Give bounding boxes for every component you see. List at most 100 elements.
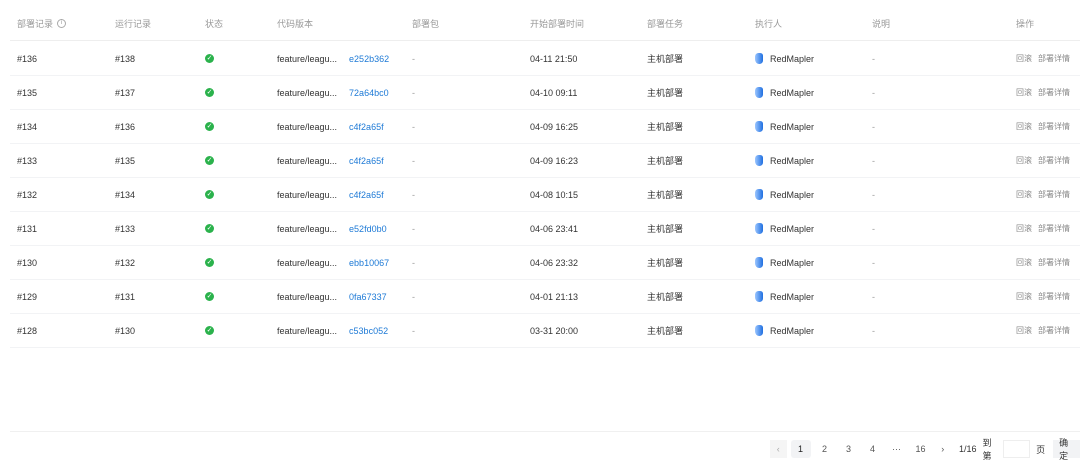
run-id[interactable]: #136 (115, 110, 135, 143)
commit-link[interactable]: c53bc052 (349, 326, 388, 336)
run-id[interactable]: #132 (115, 246, 135, 279)
page-button[interactable]: 1 (790, 440, 811, 458)
rollback-link[interactable]: 回滚 (1016, 325, 1032, 336)
rollback-link[interactable]: 回滚 (1016, 121, 1032, 132)
success-check-icon: ✓ (205, 292, 214, 301)
commit-link[interactable]: e52fd0b0 (349, 224, 387, 234)
success-check-icon: ✓ (205, 258, 214, 267)
column-header: 部署任务 (647, 7, 683, 40)
rollback-link[interactable]: 回滚 (1016, 291, 1032, 302)
details-link[interactable]: 部署详情 (1038, 325, 1070, 336)
user-avatar-icon (755, 87, 763, 98)
package: - (412, 291, 415, 302)
details-link[interactable]: 部署详情 (1038, 257, 1070, 268)
user-avatar-icon (755, 121, 763, 132)
executor: RedMapler (770, 291, 815, 302)
package: - (412, 121, 415, 132)
details-link[interactable]: 部署详情 (1038, 189, 1070, 200)
goto-page-input[interactable] (1003, 440, 1031, 458)
start-time: 04-06 23:32 (530, 257, 579, 268)
page-button[interactable]: 3 (839, 440, 859, 458)
column-header: 运行记录 (115, 7, 151, 40)
deploy-id[interactable]: #132 (17, 178, 37, 211)
branch: feature/leagu... (277, 325, 338, 336)
package: - (412, 87, 415, 98)
table-row: #130 #132 ✓ feature/leagu... ebb10067 - 0… (10, 246, 1080, 280)
table-header: 部署记录 i 运行记录 状态 代码版本 部署包 开始部署时间 部署任务 执行人 说明 操作 (10, 7, 1080, 41)
table-row: #135 #137 ✓ feature/leagu... 72a64bc0 - 0… (10, 76, 1080, 110)
run-id[interactable]: #134 (115, 178, 135, 211)
run-id[interactable]: #138 (115, 42, 135, 75)
column-header-label: 状态 (205, 19, 224, 29)
page-button[interactable]: ··· (887, 440, 907, 458)
table-row: #134 #136 ✓ feature/leagu... c4f2a65f - 0… (10, 110, 1080, 144)
column-header: 执行人 (755, 7, 782, 40)
commit-link[interactable]: ebb10067 (349, 258, 389, 268)
column-header: 部署包 (412, 7, 439, 40)
note: - (872, 189, 875, 200)
note: - (872, 257, 875, 268)
deploy-id[interactable]: #135 (17, 76, 37, 109)
rollback-link[interactable]: 回滚 (1016, 189, 1032, 200)
column-header: 代码版本 (277, 7, 313, 40)
run-id[interactable]: #131 (115, 280, 135, 313)
rollback-link[interactable]: 回滚 (1016, 155, 1032, 166)
start-time: 04-08 10:15 (530, 189, 579, 200)
commit-link[interactable]: e252b362 (349, 54, 389, 64)
user-avatar-icon (755, 53, 763, 64)
page-button[interactable]: 2 (815, 440, 835, 458)
branch: feature/leagu... (277, 223, 338, 234)
user-avatar-icon (755, 189, 763, 200)
user-avatar-icon (755, 291, 763, 302)
executor: RedMapler (770, 121, 815, 132)
run-id[interactable]: #137 (115, 76, 135, 109)
user-avatar-icon (755, 223, 763, 234)
branch: feature/leagu... (277, 189, 338, 200)
page-summary: 1/16 (959, 444, 977, 454)
prev-page-button[interactable]: ‹ (770, 440, 787, 458)
user-avatar-icon (755, 325, 763, 336)
user-avatar-icon (755, 257, 763, 268)
run-id[interactable]: #133 (115, 212, 135, 245)
commit-link[interactable]: c4f2a65f (349, 156, 384, 166)
column-header-label: 部署任务 (647, 19, 684, 29)
rollback-link[interactable]: 回滚 (1016, 223, 1032, 234)
deploy-id[interactable]: #129 (17, 280, 37, 313)
commit-link[interactable]: c4f2a65f (349, 122, 384, 132)
page-label: 页 (1036, 444, 1046, 455)
start-time: 03-31 20:00 (530, 325, 579, 336)
next-page-button[interactable]: › (935, 440, 952, 458)
commit-link[interactable]: c4f2a65f (349, 190, 384, 200)
page-button[interactable]: 4 (863, 440, 883, 458)
column-header-label: 部署包 (412, 19, 440, 29)
note: - (872, 155, 875, 166)
deploy-task: 主机部署 (647, 292, 684, 302)
run-id[interactable]: #135 (115, 144, 135, 177)
info-icon[interactable]: i (57, 19, 67, 28)
commit-link[interactable]: 0fa67337 (349, 292, 387, 302)
rollback-link[interactable]: 回滚 (1016, 257, 1032, 268)
rollback-link[interactable]: 回滚 (1016, 53, 1032, 64)
details-link[interactable]: 部署详情 (1038, 291, 1070, 302)
page-button[interactable]: 16 (911, 440, 931, 458)
deploy-id[interactable]: #136 (17, 42, 37, 75)
start-time: 04-06 23:41 (530, 223, 579, 234)
confirm-button[interactable]: 确定 (1053, 438, 1080, 461)
rollback-link[interactable]: 回滚 (1016, 87, 1032, 98)
pagination: ‹ 1 2 3 4 ··· 16 › 1/16 到第 页 确定 (770, 438, 1080, 461)
run-id[interactable]: #130 (115, 314, 135, 347)
deploy-id[interactable]: #128 (17, 314, 37, 347)
deploy-task: 主机部署 (647, 224, 684, 234)
details-link[interactable]: 部署详情 (1038, 223, 1070, 234)
details-link[interactable]: 部署详情 (1038, 121, 1070, 132)
commit-link[interactable]: 72a64bc0 (349, 88, 389, 98)
deploy-id[interactable]: #131 (17, 212, 37, 245)
deploy-id[interactable]: #133 (17, 144, 37, 177)
column-header-label: 操作 (1016, 19, 1035, 29)
details-link[interactable]: 部署详情 (1038, 87, 1070, 98)
deploy-id[interactable]: #134 (17, 110, 37, 143)
deploy-id[interactable]: #130 (17, 246, 37, 279)
details-link[interactable]: 部署详情 (1038, 53, 1070, 64)
deploy-task: 主机部署 (647, 122, 684, 132)
details-link[interactable]: 部署详情 (1038, 155, 1070, 166)
